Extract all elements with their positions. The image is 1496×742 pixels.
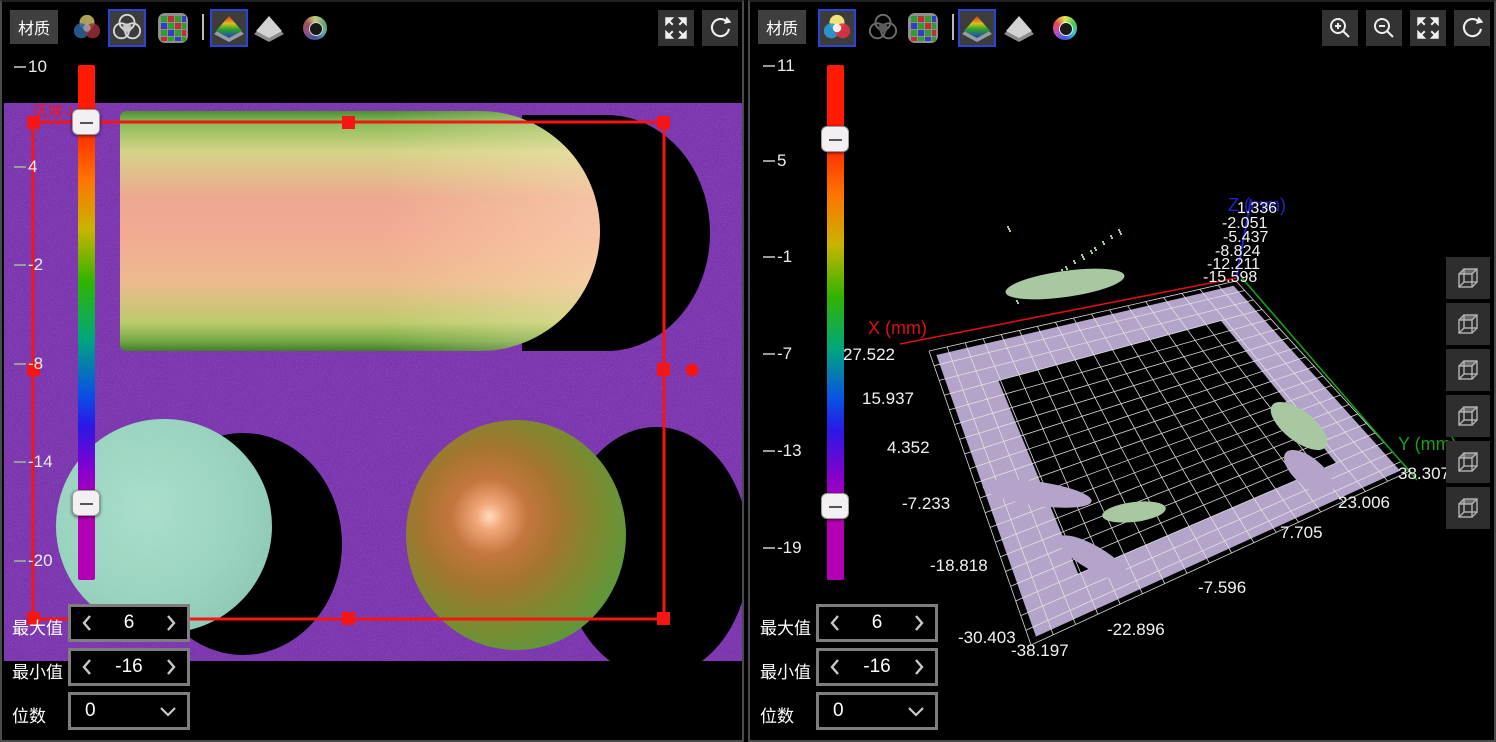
pyramid-gray-icon[interactable] bbox=[1002, 11, 1036, 45]
colorbar-tick: 11 bbox=[763, 56, 795, 76]
min-value-label: 最小值 bbox=[12, 658, 68, 683]
pyramid-rainbow-icon-selected[interactable] bbox=[210, 9, 248, 47]
y-axis-tick: 7.705 bbox=[1280, 523, 1323, 542]
min-value: -16 bbox=[841, 656, 913, 678]
colorbar-tick: -7 bbox=[763, 344, 792, 364]
view-cube-back-icon[interactable] bbox=[1446, 303, 1490, 345]
zoom-out-icon[interactable] bbox=[1366, 10, 1402, 46]
colorbar-lower-handle[interactable] bbox=[72, 490, 100, 516]
x-axis-tick: -18.818 bbox=[930, 556, 988, 575]
aperture-icon[interactable] bbox=[298, 11, 332, 45]
point-cloud-blob-top bbox=[1004, 263, 1126, 305]
venn-gray-icon[interactable] bbox=[866, 11, 900, 45]
max-value-label: 最大值 bbox=[12, 614, 68, 639]
left-panel-2d-view: 区域-1 材质 bbox=[0, 0, 744, 742]
view-cube-bottom-icon[interactable] bbox=[1446, 487, 1490, 529]
min-value-stepper[interactable]: -16 bbox=[816, 648, 938, 686]
x-axis-tick: -7.233 bbox=[902, 494, 950, 513]
bayer-grid-icon[interactable] bbox=[156, 11, 190, 45]
y-axis-tick: 38.307 bbox=[1398, 464, 1450, 483]
y-axis-tick: -38.197 bbox=[1011, 641, 1069, 660]
x-axis-tick: 27.522 bbox=[843, 345, 895, 364]
max-value: 6 bbox=[93, 612, 165, 634]
z-axis-tick: -15.598 bbox=[1203, 269, 1257, 286]
view-cube-front-icon[interactable] bbox=[1446, 257, 1490, 299]
chevron-down-icon bbox=[159, 705, 177, 717]
colorbar-tick: -8 bbox=[14, 354, 43, 374]
zoom-in-icon[interactable] bbox=[1322, 10, 1358, 46]
colorbar-upper-handle[interactable] bbox=[821, 126, 849, 152]
chevron-down-icon bbox=[907, 705, 925, 717]
stepper-left-icon[interactable] bbox=[829, 614, 841, 632]
app: 区域-1 材质 bbox=[0, 0, 1496, 742]
x-axis-tick: 4.352 bbox=[887, 438, 930, 457]
digits-dropdown[interactable]: 0 bbox=[68, 692, 190, 730]
view-cube-top-icon[interactable] bbox=[1446, 441, 1490, 483]
colorbar-tick: -2 bbox=[14, 255, 43, 275]
material-button[interactable]: 材质 bbox=[10, 10, 58, 44]
venn-gray-icon-selected[interactable] bbox=[108, 9, 146, 47]
frame-object-mesh bbox=[936, 286, 1400, 637]
colorbar-tick: -20 bbox=[14, 551, 53, 571]
roi-rectangle[interactable] bbox=[33, 122, 664, 619]
view-cube-left-icon[interactable] bbox=[1446, 349, 1490, 391]
bayer-grid-icon[interactable] bbox=[906, 11, 940, 45]
digits-dropdown[interactable]: 0 bbox=[816, 692, 938, 730]
stepper-right-icon[interactable] bbox=[913, 614, 925, 632]
y-axis-tick: -7.596 bbox=[1198, 578, 1246, 597]
x-axis-label: X (mm) bbox=[868, 318, 927, 338]
reset-view-icon[interactable] bbox=[702, 10, 738, 46]
colorbar-upper-handle[interactable] bbox=[72, 109, 100, 135]
colorbar-tick: 10 bbox=[14, 57, 47, 77]
y-axis-tick: 23.006 bbox=[1338, 493, 1390, 512]
digits-label: 位数 bbox=[12, 702, 68, 727]
stepper-right-icon[interactable] bbox=[165, 658, 177, 676]
y-axis-tick: -22.896 bbox=[1107, 620, 1165, 639]
colorbar-lower-handle[interactable] bbox=[821, 493, 849, 519]
colorbar-tick: -19 bbox=[763, 538, 802, 558]
max-value-label: 最大值 bbox=[760, 614, 816, 639]
digits-value: 0 bbox=[81, 700, 159, 722]
point-cloud-blob-bottom bbox=[1101, 498, 1167, 526]
stepper-left-icon[interactable] bbox=[829, 658, 841, 676]
colorbar-tick: -13 bbox=[763, 441, 802, 461]
material-button[interactable]: 材质 bbox=[758, 10, 806, 44]
venn-color-icon[interactable] bbox=[70, 11, 104, 45]
x-axis-tick: -30.403 bbox=[958, 628, 1016, 647]
expand-view-icon[interactable] bbox=[658, 10, 694, 46]
stepper-right-icon[interactable] bbox=[913, 658, 925, 676]
stepper-right-icon[interactable] bbox=[165, 614, 177, 632]
toolbar-separator bbox=[202, 14, 204, 40]
digits-label: 位数 bbox=[760, 702, 816, 727]
min-value-label: 最小值 bbox=[760, 658, 816, 683]
venn-color-icon-selected[interactable] bbox=[818, 9, 856, 47]
toolbar-separator bbox=[952, 14, 954, 40]
x-axis-tick: 15.937 bbox=[862, 389, 914, 408]
colorbar-tick: 4 bbox=[14, 157, 37, 177]
pyramid-gray-icon[interactable] bbox=[252, 11, 286, 45]
min-value-stepper[interactable]: -16 bbox=[68, 648, 190, 686]
max-value-stepper[interactable]: 6 bbox=[816, 604, 938, 642]
right-panel-3d-view: X (mm) Y (mm) Z (mm) 27.522 15.937 4.352… bbox=[748, 0, 1496, 742]
colorbar-tick: -14 bbox=[14, 452, 53, 472]
max-value-stepper[interactable]: 6 bbox=[68, 604, 190, 642]
expand-view-icon[interactable] bbox=[1410, 10, 1446, 46]
reset-view-icon[interactable] bbox=[1454, 10, 1490, 46]
colorbar-tick: -1 bbox=[763, 247, 792, 267]
view-cube-right-icon[interactable] bbox=[1446, 395, 1490, 437]
stepper-left-icon[interactable] bbox=[81, 658, 93, 676]
min-value: -16 bbox=[93, 656, 165, 678]
pyramid-rainbow-icon-selected[interactable] bbox=[958, 9, 996, 47]
stepper-left-icon[interactable] bbox=[81, 614, 93, 632]
colorbar-tick: 5 bbox=[763, 151, 786, 171]
digits-value: 0 bbox=[829, 700, 907, 722]
max-value: 6 bbox=[841, 612, 913, 634]
aperture-icon[interactable] bbox=[1048, 11, 1082, 45]
